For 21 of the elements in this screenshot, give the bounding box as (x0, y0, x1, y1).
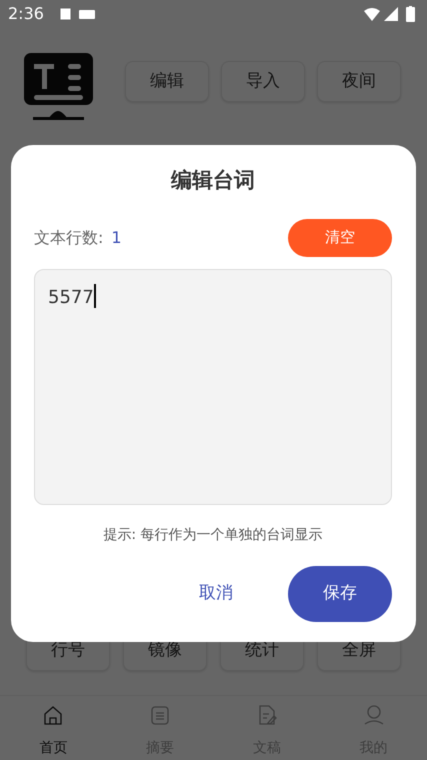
line-count-label: 文本行数: (34, 226, 104, 248)
teleprompter-logo-icon (24, 53, 93, 120)
hint-text: 提示: 每行作为一个单独的台词显示 (102, 526, 324, 544)
toolbar-button[interactable]: 夜间 (317, 61, 401, 102)
clear-button[interactable]: 清空 (288, 218, 392, 256)
cancel-button[interactable]: 取消 (164, 580, 268, 608)
dialog-title: 编辑台词 (170, 167, 256, 194)
status-time: 2:36 (8, 3, 44, 25)
nav-tab[interactable]: 首页 (0, 696, 107, 760)
signal-icon (384, 7, 398, 21)
line-count: 1 (111, 226, 122, 248)
toolbar-button[interactable]: 导入 (221, 61, 305, 102)
home-icon (42, 704, 64, 726)
wifi-icon (364, 8, 380, 20)
save-button[interactable]: 保存 (288, 566, 392, 622)
text-area[interactable]: 5577 (34, 268, 392, 504)
list-icon (149, 704, 172, 726)
text-cursor (94, 284, 96, 308)
person-icon (362, 704, 385, 726)
battery-icon (406, 6, 415, 22)
toolbar-button[interactable]: 编辑 (125, 61, 209, 102)
